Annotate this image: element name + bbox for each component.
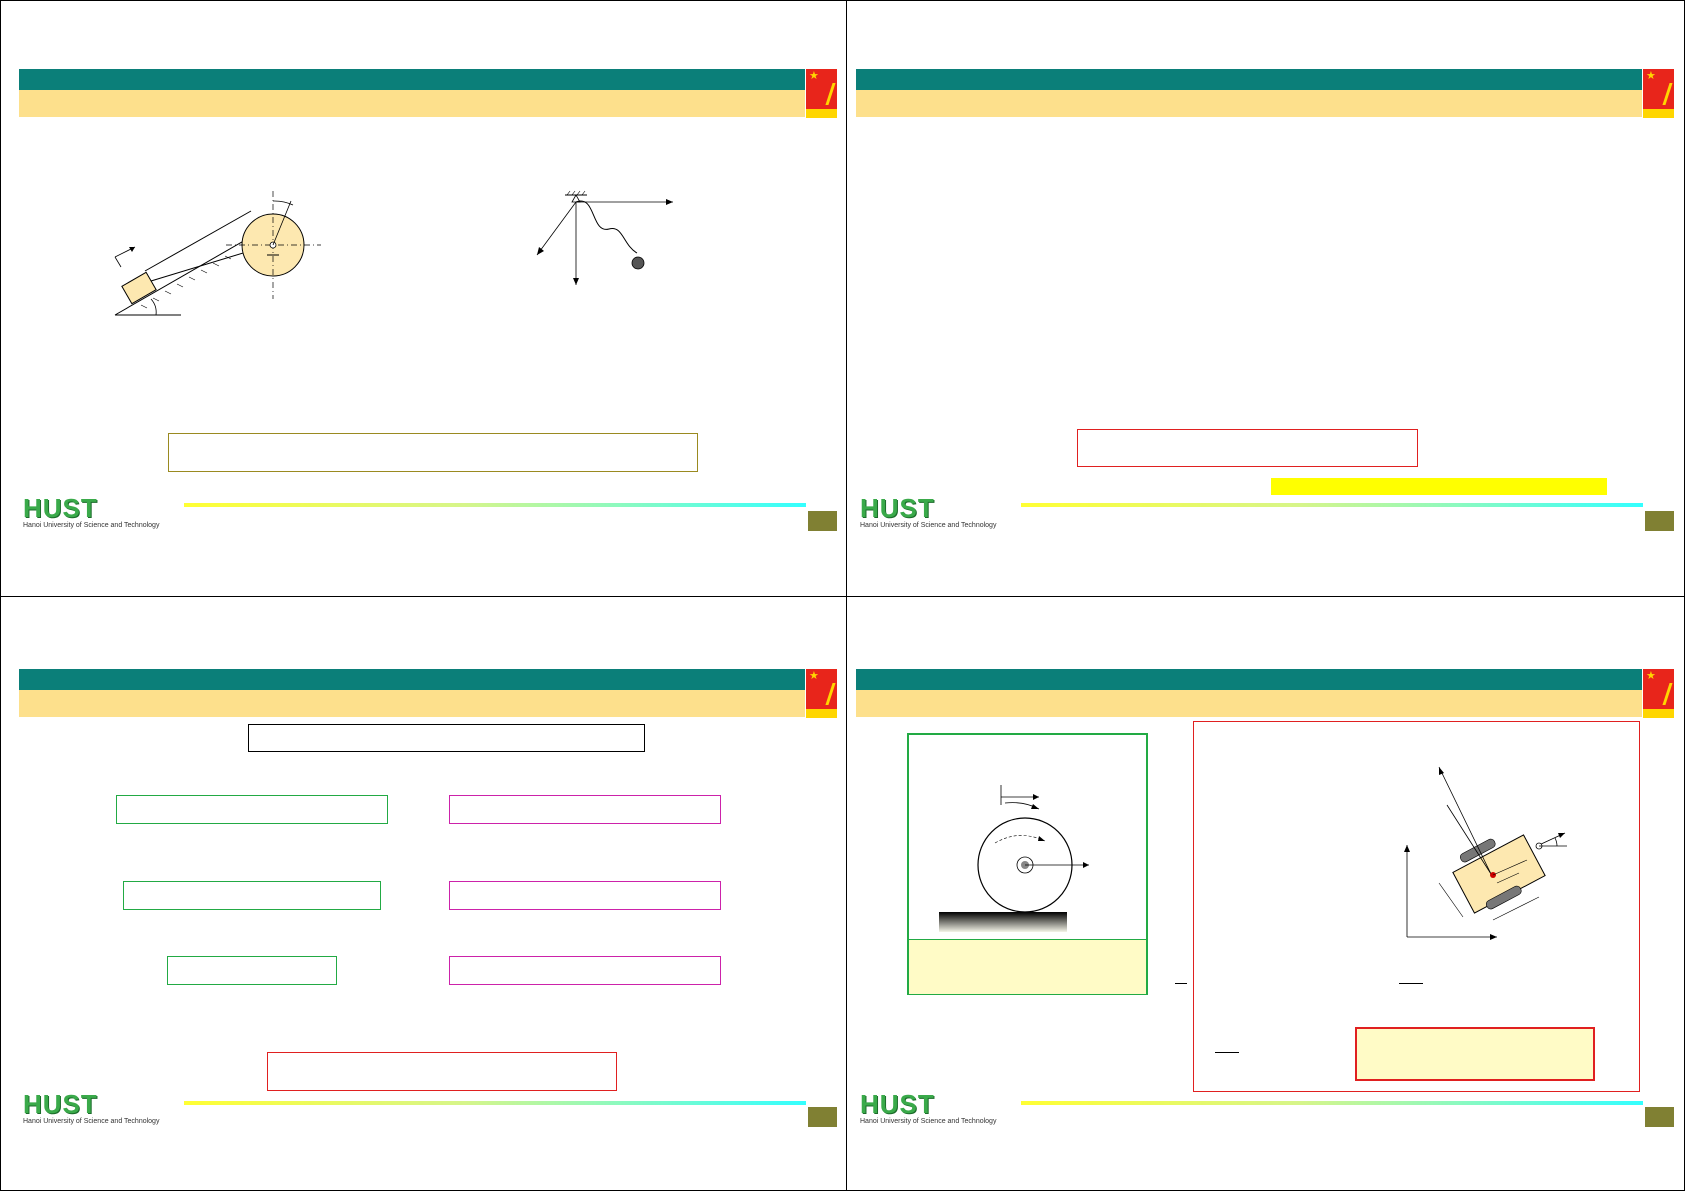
header-equation-box <box>248 724 645 752</box>
slide-title-bar <box>19 69 805 90</box>
equation-box-green-3 <box>167 956 337 985</box>
equation-box-magenta-3 <box>449 956 721 985</box>
slide-1: ★ HUST Hanoi University of Science and T… <box>0 0 847 597</box>
vehicle-kinematics-diagram <box>1404 766 1567 940</box>
hust-logo-text: HUST <box>860 493 935 523</box>
equation-box-magenta-2 <box>449 881 721 910</box>
slide-2: ★ HUST Hanoi University of Science and T… <box>846 0 1685 597</box>
result-box <box>1077 429 1418 467</box>
university-crest-icon: ★ <box>1643 69 1674 118</box>
hust-logo: HUST Hanoi University of Science and Tec… <box>860 495 996 529</box>
slide-title-bar <box>856 69 1642 90</box>
footer-divider <box>1021 503 1643 507</box>
equation-box <box>168 433 698 472</box>
rolling-disk-diagram <box>939 785 1089 932</box>
equation-box-magenta-1 <box>449 795 721 824</box>
slide-title-bar <box>856 669 1642 690</box>
page-number-box <box>1645 511 1674 531</box>
slide-title-bar <box>19 669 805 690</box>
hust-logo-text: HUST <box>23 493 98 523</box>
hust-logo-subtitle: Hanoi University of Science and Technolo… <box>860 1118 997 1125</box>
hust-logo-text: HUST <box>23 1089 98 1119</box>
hust-logo-subtitle: Hanoi University of Science and Technolo… <box>23 522 160 529</box>
highlight-bar <box>1271 478 1607 495</box>
hust-logo-subtitle: Hanoi University of Science and Technolo… <box>860 522 997 529</box>
university-crest-icon: ★ <box>806 69 837 118</box>
pendulum-diagram <box>536 190 673 285</box>
fraction-bar-1 <box>1175 983 1187 984</box>
page-number-box <box>808 511 837 531</box>
page-number-box <box>1645 1107 1674 1127</box>
result-box <box>1355 1027 1595 1081</box>
equation-box-green-2 <box>123 881 381 910</box>
footer-divider <box>184 1101 806 1105</box>
footer-divider <box>1021 1101 1643 1105</box>
slide-subtitle-bar <box>856 690 1642 717</box>
incline-pulley-diagram <box>114 191 321 316</box>
university-crest-icon: ★ <box>1643 669 1674 718</box>
fraction-bar-3 <box>1215 1052 1239 1053</box>
slide-4: ★ HUST Hanoi University of Science and T… <box>846 596 1685 1191</box>
slide-subtitle-bar <box>19 90 805 117</box>
page-number-box <box>808 1107 837 1127</box>
result-box <box>267 1052 617 1091</box>
slide-subtitle-bar <box>856 90 1642 117</box>
hust-logo: HUST Hanoi University of Science and Tec… <box>23 495 159 529</box>
rolling-disk-caption-box <box>909 939 1146 994</box>
hust-logo: HUST Hanoi University of Science and Tec… <box>860 1091 996 1125</box>
university-crest-icon: ★ <box>806 669 837 718</box>
equation-box-green-1 <box>116 795 388 824</box>
slide-3: ★ HUST Hanoi University of Science and T… <box>0 596 847 1191</box>
footer-divider <box>184 503 806 507</box>
fraction-bar-2 <box>1399 983 1423 984</box>
hust-logo: HUST Hanoi University of Science and Tec… <box>23 1091 159 1125</box>
hust-logo-subtitle: Hanoi University of Science and Technolo… <box>23 1118 160 1125</box>
hust-logo-text: HUST <box>860 1089 935 1119</box>
slide-subtitle-bar <box>19 690 805 717</box>
